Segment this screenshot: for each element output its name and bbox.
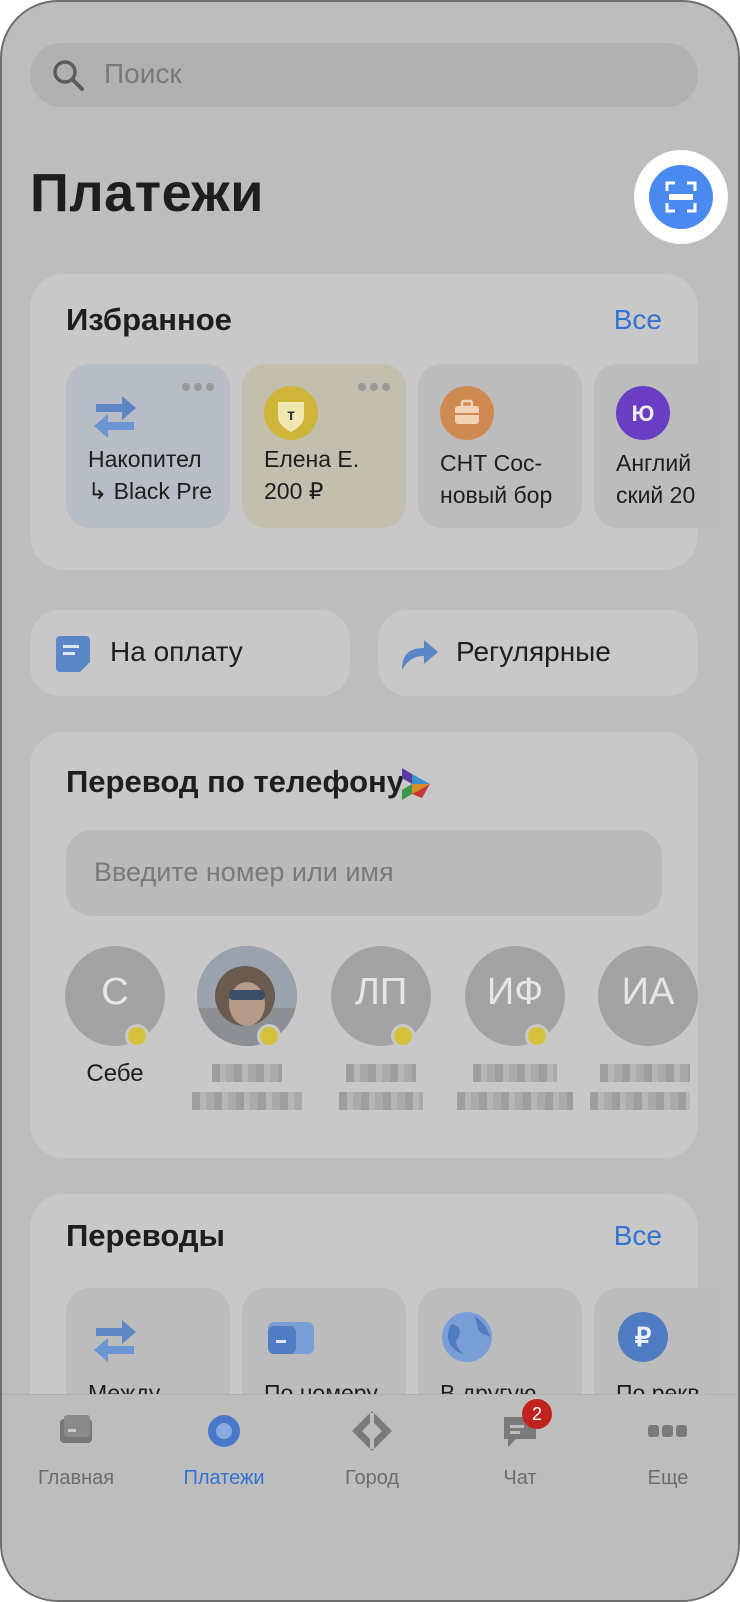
favorite-line1: Англий — [616, 450, 692, 476]
favorite-line1: Накопител — [88, 446, 202, 472]
blurred-name — [600, 1064, 690, 1082]
home-icon — [54, 1409, 98, 1453]
contact-item[interactable] — [182, 946, 312, 1110]
more-icon[interactable] — [178, 378, 214, 396]
tab-label: Чат — [503, 1467, 537, 1489]
ruble-icon: ₽ — [618, 1312, 668, 1362]
unread-badge: 2 — [522, 1399, 552, 1429]
avatar: С — [65, 946, 165, 1048]
contact-item[interactable]: ИФ — [450, 946, 580, 1110]
avatar-initials: ИА — [621, 971, 675, 1013]
blurred-name — [212, 1064, 282, 1082]
between-accounts-icon — [94, 1320, 136, 1362]
favorite-tile[interactable]: Ю Англий ский 20 — [594, 364, 714, 528]
contact-item[interactable]: ЛП — [316, 946, 446, 1110]
blurred-name — [590, 1092, 690, 1110]
favorites-card: Избранное Все Накопител ↳ Black Pre т Ел… — [30, 274, 714, 570]
blurred-name — [192, 1092, 302, 1110]
phone-screen: Поиск Платежи Избранное Все Накопител ↳ … — [0, 0, 740, 1602]
card-number-icon — [268, 1322, 314, 1354]
person-photo-icon — [197, 946, 297, 1046]
tab-more[interactable]: Еще — [594, 1409, 738, 1490]
favorites-all-link[interactable]: Все — [614, 304, 662, 336]
blurred-name — [473, 1064, 557, 1082]
page-title: Платежи — [30, 163, 264, 223]
favorite-line2: ↳ Black Pre — [88, 478, 213, 504]
sbp-logo-icon — [402, 768, 430, 800]
online-dot — [525, 1024, 549, 1048]
avatar: ИА — [598, 946, 698, 1046]
avatar-initials: С — [101, 971, 129, 1013]
avatar-initials: ИФ — [486, 971, 544, 1013]
favorite-line1: Елена Е. — [264, 446, 360, 472]
phone-transfer-title: Перевод по телефону — [66, 764, 405, 799]
chat-icon: 2 — [498, 1399, 552, 1453]
transfers-all-link[interactable]: Все — [614, 1220, 662, 1252]
phone-input-placeholder: Введите номер или имя — [94, 857, 394, 887]
blurred-name — [346, 1064, 416, 1082]
scan-button[interactable] — [649, 165, 713, 229]
search-icon — [53, 60, 84, 91]
tinkoff-logo-icon: т — [264, 386, 318, 440]
phone-search-input[interactable]: Введите номер или имя — [66, 830, 662, 916]
svg-text:т: т — [287, 407, 295, 424]
globe-icon — [442, 1312, 492, 1362]
to-pay-button[interactable]: На оплату — [30, 610, 350, 696]
bottom-tab-bar: Главная Платежи Город 2 Чат Еще — [2, 1394, 738, 1600]
online-dot — [391, 1024, 415, 1048]
avatar: ИФ — [465, 946, 565, 1048]
scan-icon — [665, 181, 697, 213]
favorite-line2: ский 20 — [616, 482, 696, 508]
favorite-line1: СНТ Сос- — [440, 450, 543, 476]
contact-self[interactable]: С Себе — [50, 946, 180, 1088]
regular-payments-label: Регулярные — [456, 636, 611, 667]
transfer-arrows-icon — [94, 396, 136, 438]
scan-button-highlight — [634, 150, 728, 244]
avatar-initials: ЛП — [354, 971, 408, 1013]
to-pay-label: На оплату — [110, 636, 243, 667]
phone-transfer-card: Перевод по телефону Введите номер или им… — [30, 732, 698, 1158]
tab-label: Платежи — [183, 1467, 265, 1489]
regular-payments-button[interactable]: Регулярные — [378, 610, 698, 696]
online-dot — [257, 1024, 281, 1048]
yumoney-logo-icon: Ю — [616, 386, 670, 440]
briefcase-icon — [440, 386, 494, 440]
tab-home[interactable]: Главная — [2, 1409, 150, 1490]
transfers-title: Переводы — [66, 1218, 226, 1253]
avatar: ЛП — [331, 946, 431, 1048]
favorite-tile[interactable]: Накопител ↳ Black Pre — [66, 364, 230, 528]
tab-chat[interactable]: 2 Чат — [446, 1399, 594, 1490]
favorite-tile[interactable]: т Елена Е. 200 ₽ — [242, 364, 406, 528]
search-bar[interactable]: Поиск — [30, 43, 698, 107]
regular-arrow-icon — [402, 640, 438, 670]
tab-label: Еще — [647, 1467, 689, 1489]
online-dot — [125, 1024, 149, 1048]
avatar-photo — [197, 946, 297, 1048]
svg-text:₽: ₽ — [635, 1322, 652, 1352]
more-dots-icon — [646, 1409, 690, 1453]
blurred-name — [457, 1092, 573, 1110]
favorites-title: Избранное — [66, 302, 232, 337]
payments-icon — [202, 1409, 246, 1453]
search-placeholder: Поиск — [104, 58, 182, 89]
more-icon[interactable] — [354, 378, 390, 396]
contact-name: Себе — [86, 1060, 144, 1087]
tab-label: Главная — [37, 1467, 115, 1489]
favorite-line2: 200 ₽ — [264, 478, 324, 504]
tab-city[interactable]: Город — [298, 1409, 446, 1490]
contact-item[interactable]: ИА — [584, 946, 698, 1110]
city-icon — [350, 1409, 394, 1453]
svg-text:Ю: Ю — [632, 401, 655, 426]
tab-payments[interactable]: Платежи — [150, 1409, 298, 1490]
invoice-icon — [56, 636, 90, 672]
tab-label: Город — [344, 1467, 400, 1489]
blurred-name — [339, 1092, 423, 1110]
favorite-line2: новый бор — [440, 482, 553, 508]
favorite-tile[interactable]: СНТ Сос- новый бор — [418, 364, 582, 528]
